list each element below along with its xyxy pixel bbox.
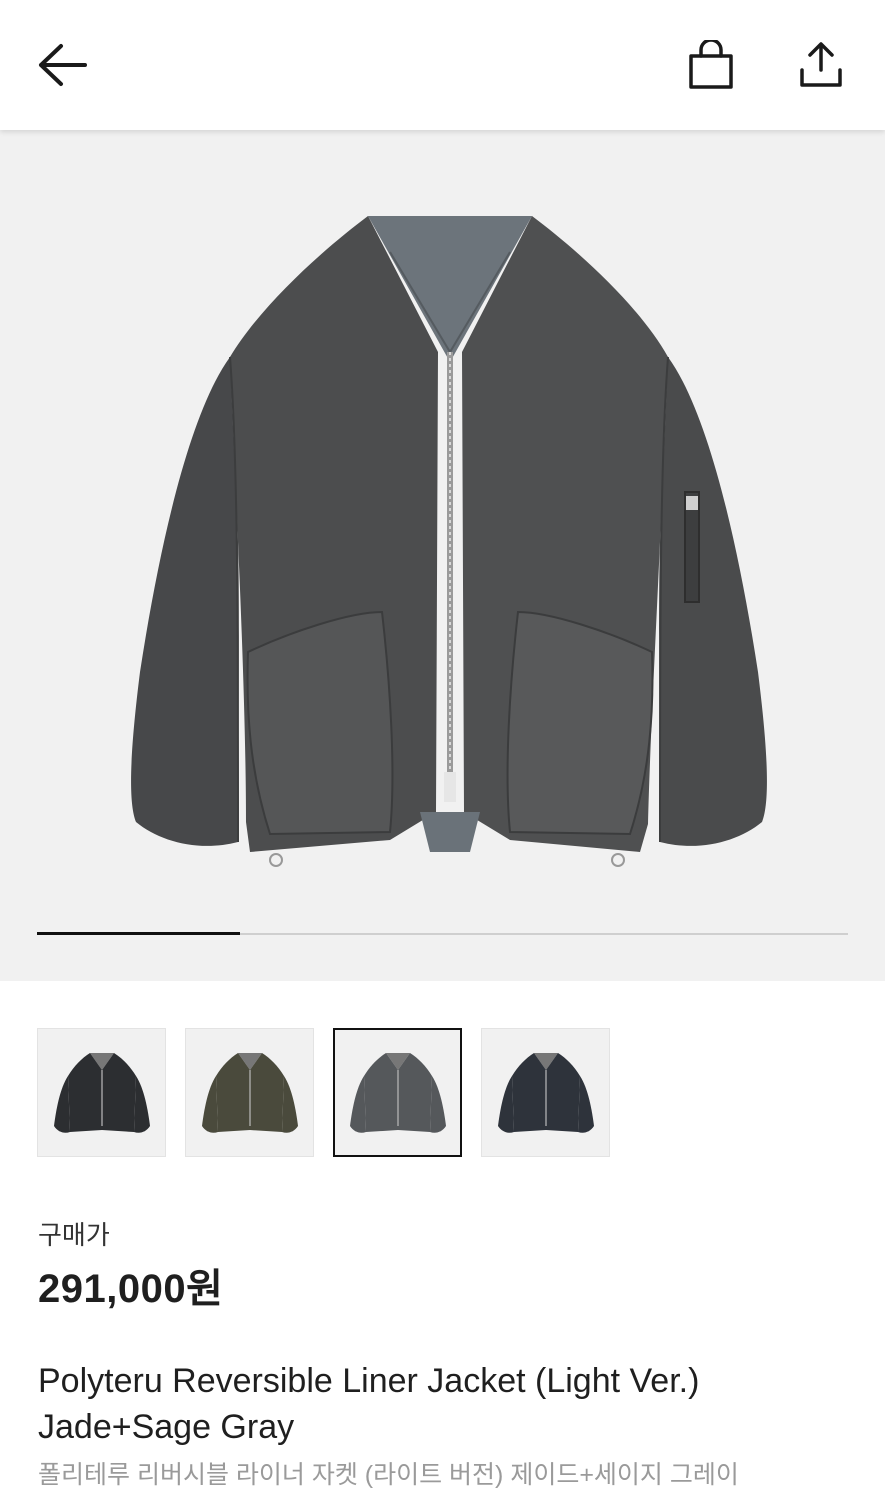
share-upload-icon xyxy=(800,42,842,87)
thumbnail-navy[interactable] xyxy=(481,1028,610,1157)
gallery-progress-track xyxy=(37,932,848,935)
jacket-thumbnail-image xyxy=(497,1052,594,1133)
shopping-bag-button[interactable] xyxy=(676,32,746,98)
top-app-bar xyxy=(0,0,885,130)
jacket-thumbnail-image xyxy=(349,1052,446,1133)
thumbnail-strip xyxy=(37,1028,610,1157)
product-title-line1: Polyteru Reversible Liner Jacket (Light … xyxy=(38,1362,700,1400)
price-label: 구매가 xyxy=(38,1220,110,1250)
arrow-left-icon xyxy=(39,44,87,86)
share-button[interactable] xyxy=(786,32,856,98)
gallery-progress-indicator xyxy=(37,932,240,935)
product-title-line2: Jade+Sage Gray xyxy=(38,1408,295,1446)
thumbnail-black[interactable] xyxy=(37,1028,166,1157)
jacket-product-image xyxy=(131,216,767,867)
shopping-bag-icon xyxy=(689,40,733,89)
thumbnail-olive[interactable] xyxy=(185,1028,314,1157)
product-price: 291,000원 xyxy=(38,1267,224,1311)
jacket-thumbnail-image xyxy=(53,1052,150,1133)
product-image-gallery[interactable] xyxy=(0,130,885,981)
product-korean-name: 폴리테루 리버시블 라이너 자켓 (라이트 버전) 제이드+세이지 그레이 xyxy=(38,1461,739,1489)
thumbnail-gray[interactable] xyxy=(333,1028,462,1157)
product-title: Polyteru Reversible Liner Jacket (Light … xyxy=(38,1358,858,1450)
back-button[interactable] xyxy=(28,32,98,98)
jacket-thumbnail-image xyxy=(201,1052,298,1133)
